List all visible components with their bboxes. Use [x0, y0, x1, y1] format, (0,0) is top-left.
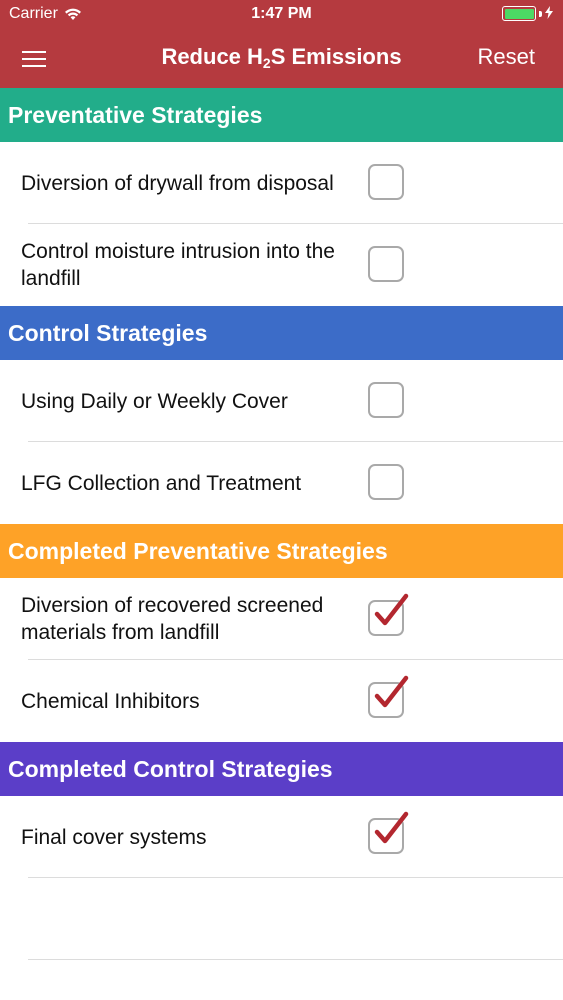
battery-fill — [504, 8, 534, 19]
strategy-label: Using Daily or Weekly Cover — [21, 389, 288, 413]
status-bar: Carrier 1:47 PM — [0, 0, 563, 30]
status-time: 1:47 PM — [251, 5, 312, 22]
checkmark-icon — [374, 675, 409, 708]
strategy-row[interactable]: Final cover systems — [0, 796, 563, 878]
section-header-control: Control Strategies — [0, 306, 563, 360]
strategy-label: Chemical Inhibitors — [21, 689, 200, 713]
strategy-checkbox[interactable] — [368, 246, 404, 282]
strategy-row[interactable]: LFG Collection and Treatment — [0, 442, 563, 524]
strategy-row[interactable]: Control moisture intrusion into the land… — [0, 224, 563, 306]
section-title: Completed Control Strategies — [8, 755, 333, 782]
strategy-checkbox-checked[interactable] — [368, 675, 409, 718]
section-header-preventative: Preventative Strategies — [0, 88, 563, 142]
strategy-label: Diversion of drywall from disposal — [21, 171, 334, 195]
title-suffix: S Emissions — [270, 44, 402, 69]
strategy-label: Control moisture intrusion into the land… — [21, 240, 335, 290]
strategy-row[interactable]: Diversion of drywall from disposal — [0, 142, 563, 224]
strategy-list: Preventative Strategies Diversion of dry… — [0, 88, 563, 960]
battery-indicator — [502, 6, 553, 21]
strategy-checkbox-checked[interactable] — [368, 811, 409, 854]
reset-button[interactable]: Reset — [478, 44, 535, 70]
charging-icon — [545, 6, 553, 21]
strategy-label: Final cover systems — [21, 825, 207, 849]
top-bar: Carrier 1:47 PM Reduce H2S Emissions Res… — [0, 0, 563, 88]
title-prefix: Reduce H — [161, 44, 263, 69]
checkmark-icon — [374, 811, 409, 844]
section-title: Completed Preventative Strategies — [8, 537, 388, 564]
strategy-checkbox[interactable] — [368, 164, 404, 200]
strategy-checkbox[interactable] — [368, 464, 404, 500]
strategy-row[interactable]: Diversion of recovered screened material… — [0, 578, 563, 660]
navigation-bar: Reduce H2S Emissions Reset — [0, 30, 563, 88]
battery-icon — [502, 6, 536, 21]
section-header-completed-control: Completed Control Strategies — [0, 742, 563, 796]
strategy-row[interactable]: Chemical Inhibitors — [0, 660, 563, 742]
strategy-checkbox[interactable] — [368, 382, 404, 418]
strategy-row[interactable]: Using Daily or Weekly Cover — [0, 360, 563, 442]
section-title: Preventative Strategies — [8, 101, 263, 128]
section-title: Control Strategies — [8, 319, 208, 346]
title-subscript: 2 — [262, 55, 271, 71]
strategy-checkbox-checked[interactable] — [368, 593, 409, 636]
empty-row — [0, 878, 563, 960]
strategy-label: Diversion of recovered screened material… — [21, 594, 324, 644]
strategy-label: LFG Collection and Treatment — [21, 471, 302, 495]
battery-tip — [539, 10, 542, 17]
checkmark-icon — [374, 593, 409, 626]
section-header-completed-preventative: Completed Preventative Strategies — [0, 524, 563, 578]
